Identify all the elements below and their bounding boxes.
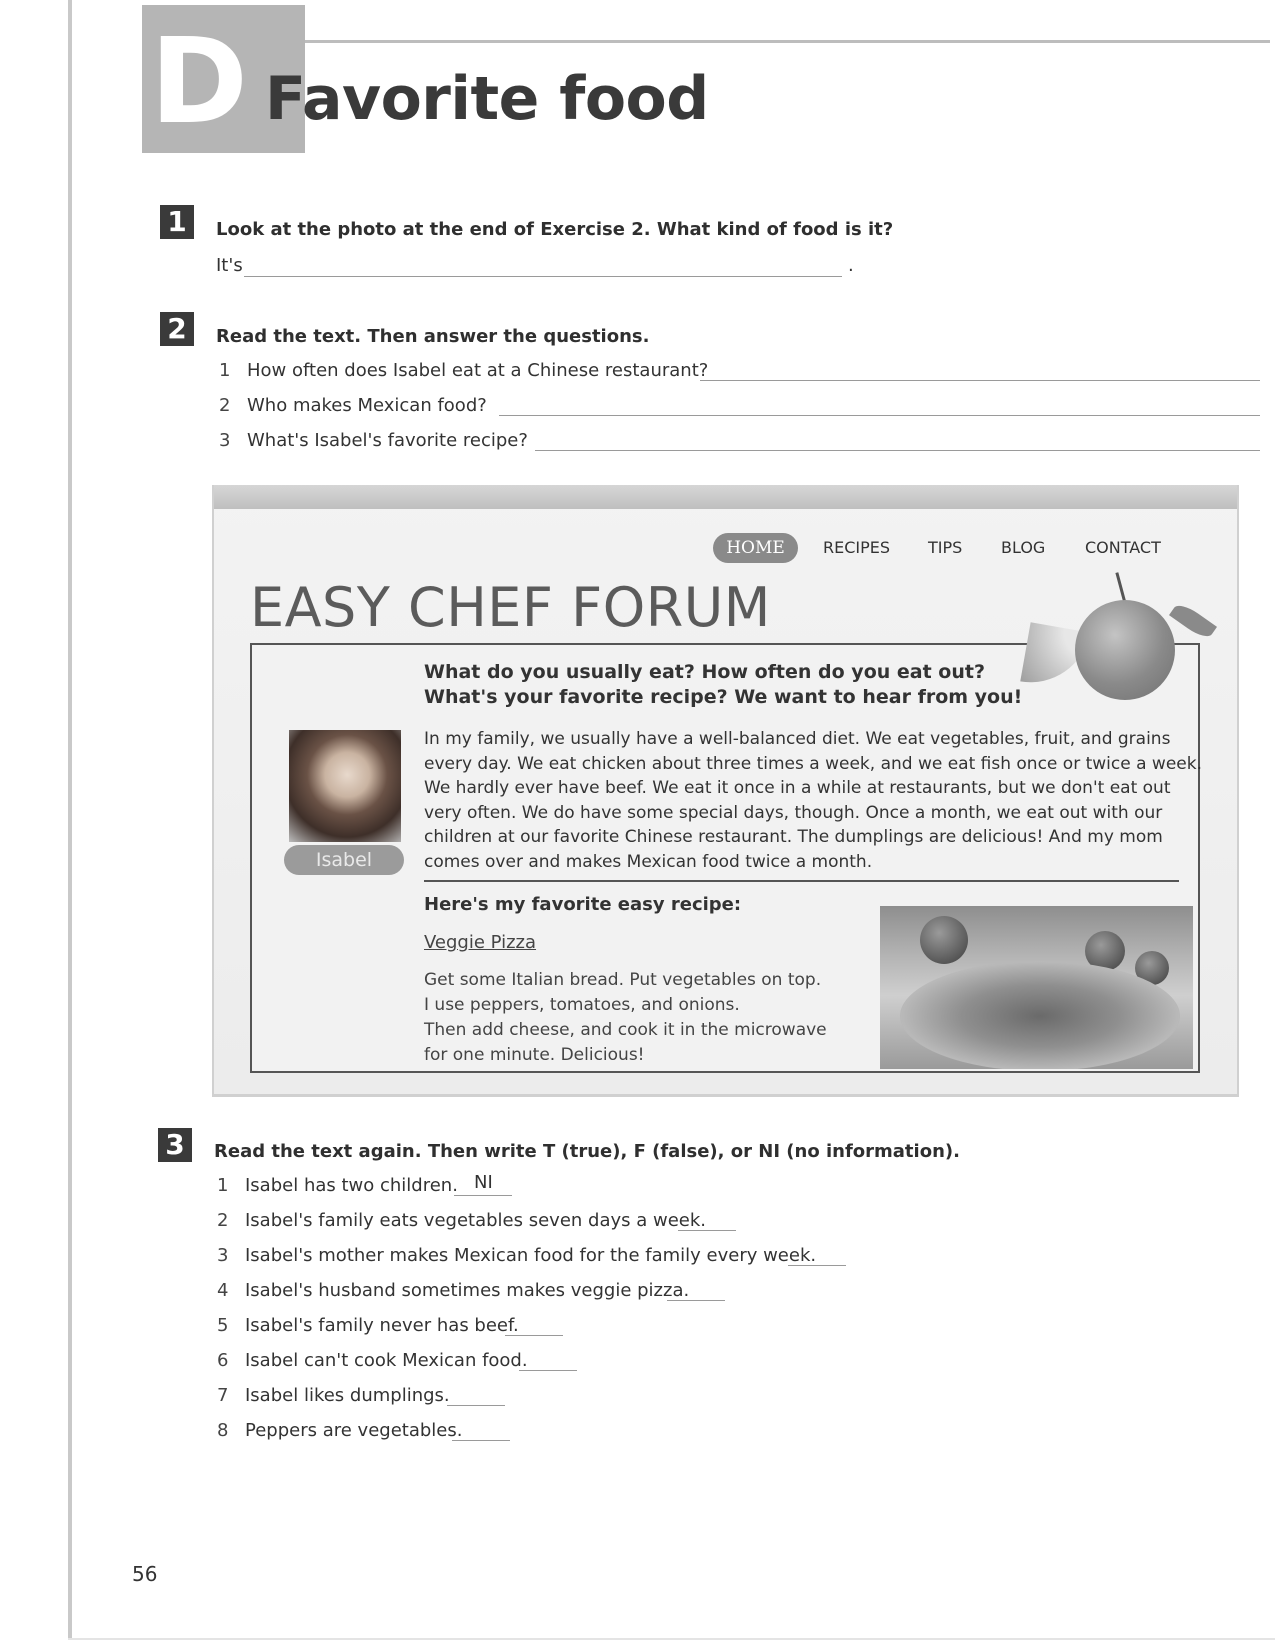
question-answer-line[interactable] xyxy=(535,450,1260,451)
pizza-shape xyxy=(900,961,1180,1069)
statement-number: 8 xyxy=(217,1420,229,1441)
recipe-step-line: Get some Italian bread. Put vegetables o… xyxy=(424,970,822,990)
nav-home[interactable]: HOME xyxy=(713,533,798,563)
post-line: very often. We do have some special days… xyxy=(424,802,1163,823)
post-line: We hardly ever have beef. We eat it once… xyxy=(424,778,1171,798)
exercise-number-2: 2 xyxy=(160,312,194,346)
statement-text: Isabel's mother makes Mexican food for t… xyxy=(245,1245,817,1266)
nav-tips[interactable]: TIPS xyxy=(928,538,962,557)
question-text: What's Isabel's favorite recipe? xyxy=(247,430,528,451)
nav-blog[interactable]: BLOG xyxy=(1001,538,1045,557)
header-rule xyxy=(305,40,1270,43)
exercise3-instruction: Read the text again. Then write T (true)… xyxy=(214,1141,960,1162)
exercise1-answer-line[interactable] xyxy=(244,276,842,277)
statement-answer: NI xyxy=(474,1172,493,1193)
statement-text: Isabel's family never has beef. xyxy=(245,1315,519,1336)
statement-number: 2 xyxy=(217,1210,229,1231)
statement-answer-line[interactable] xyxy=(678,1230,736,1231)
recipe-name-link[interactable]: Veggie Pizza xyxy=(424,932,536,953)
statement-answer-line[interactable] xyxy=(447,1405,505,1406)
portrait-photo xyxy=(289,730,401,842)
recipe-heading: Here's my favorite easy recipe: xyxy=(424,894,742,915)
exercise2-instruction: Read the text. Then answer the questions… xyxy=(216,326,650,347)
statement-answer-line[interactable] xyxy=(452,1440,510,1441)
pizza-photo xyxy=(880,906,1193,1069)
orange-fruit-icon xyxy=(1075,600,1175,700)
exercise1-instruction: Look at the photo at the end of Exercise… xyxy=(216,219,894,240)
forum-post-text: In my family, we usually have a well-bal… xyxy=(424,727,1202,874)
author-name-badge: Isabel xyxy=(284,845,404,875)
recipe-step-line: Then add cheese, and cook it in the micr… xyxy=(424,1020,827,1040)
statement-number: 4 xyxy=(217,1280,229,1301)
nav-contact[interactable]: CONTACT xyxy=(1085,538,1161,557)
statement-number: 7 xyxy=(217,1385,229,1406)
exercise1-answer-prefix: It's xyxy=(216,255,243,276)
question-text: Who makes Mexican food? xyxy=(247,395,487,416)
post-divider xyxy=(424,880,1179,882)
statement-text: Isabel's husband sometimes makes veggie … xyxy=(245,1280,690,1301)
forum-panel-topbar xyxy=(214,485,1237,509)
question-number: 2 xyxy=(219,395,231,416)
tomato-shape xyxy=(920,916,968,964)
recipe-step-line: for one minute. Delicious! xyxy=(424,1045,645,1065)
statement-text: Isabel likes dumplings. xyxy=(245,1385,450,1406)
exercise-number-1: 1 xyxy=(160,205,194,239)
question-answer-line[interactable] xyxy=(700,380,1260,381)
nav-recipes[interactable]: RECIPES xyxy=(823,538,890,557)
section-letter: D xyxy=(150,12,248,150)
statement-number: 1 xyxy=(217,1175,229,1196)
forum-prompt: What do you usually eat? How often do yo… xyxy=(424,660,1022,710)
exercise-number-3: 3 xyxy=(158,1128,192,1162)
statement-text: Peppers are vegetables. xyxy=(245,1420,463,1441)
exercise1-answer-suffix: . xyxy=(848,255,854,276)
page-bottom-edge xyxy=(68,1638,1275,1640)
question-number: 1 xyxy=(219,360,231,381)
post-line: In my family, we usually have a well-bal… xyxy=(424,729,1171,749)
forum-prompt-line-1: What do you usually eat? How often do yo… xyxy=(424,661,985,683)
statement-answer-line[interactable] xyxy=(788,1265,846,1266)
question-number: 3 xyxy=(219,430,231,451)
statement-answer-line[interactable] xyxy=(454,1195,512,1196)
statement-text: Isabel can't cook Mexican food. xyxy=(245,1350,528,1371)
statement-number: 5 xyxy=(217,1315,229,1336)
page-left-edge xyxy=(68,0,72,1640)
statement-answer-line[interactable] xyxy=(505,1335,563,1336)
statement-number: 3 xyxy=(217,1245,229,1266)
statement-text: Isabel's family eats vegetables seven da… xyxy=(245,1210,707,1231)
recipe-steps: Get some Italian bread. Put vegetables o… xyxy=(424,968,827,1068)
question-text: How often does Isabel eat at a Chinese r… xyxy=(247,360,709,381)
post-line: comes over and makes Mexican food twice … xyxy=(424,851,873,872)
statement-number: 6 xyxy=(217,1350,229,1371)
page-number: 56 xyxy=(132,1562,158,1586)
forum-title: EASY CHEF FORUM xyxy=(250,576,771,639)
statement-answer-line[interactable] xyxy=(519,1370,577,1371)
question-answer-line[interactable] xyxy=(499,415,1260,416)
recipe-step-line: I use peppers, tomatoes, and onions. xyxy=(424,995,740,1015)
forum-prompt-line-2: What's your favorite recipe? We want to … xyxy=(424,686,1023,708)
post-line: every day. We eat chicken about three ti… xyxy=(424,753,1202,774)
post-line: children at our favorite Chinese restaur… xyxy=(424,827,1163,847)
statement-answer-line[interactable] xyxy=(667,1300,725,1301)
page-title: Favorite food xyxy=(265,64,709,134)
statement-text: Isabel has two children. xyxy=(245,1175,458,1196)
